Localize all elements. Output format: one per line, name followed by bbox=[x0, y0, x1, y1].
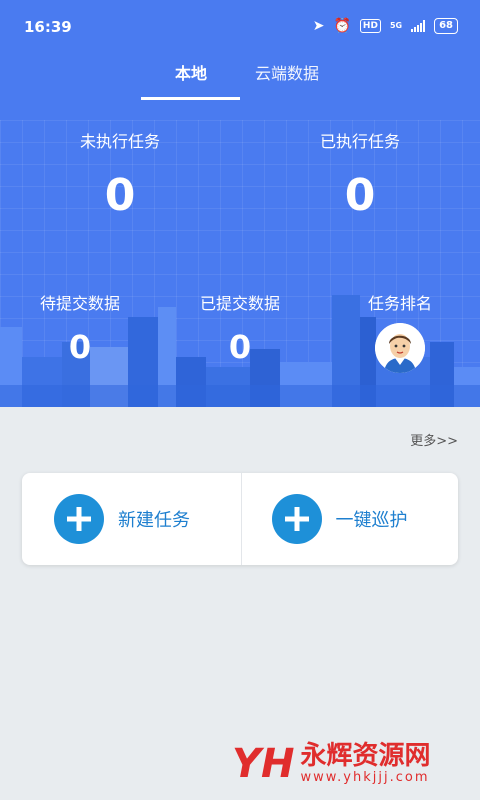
one-click-patrol-label: 一键巡护 bbox=[335, 510, 408, 531]
site-watermark: YH 永辉资源网 www.yhkjjj.com bbox=[232, 742, 430, 786]
active-tab-indicator bbox=[141, 97, 240, 100]
new-task-button[interactable]: 新建任务 bbox=[22, 473, 241, 565]
plus-circle-icon bbox=[271, 494, 322, 544]
tab-bar: 本地 云端数据 bbox=[0, 60, 480, 102]
submitted-data-value[interactable]: 0 bbox=[180, 328, 300, 366]
executed-tasks-label: 已执行任务 bbox=[319, 132, 400, 151]
task-ranking-label: 任务排名 bbox=[367, 294, 432, 313]
avatar[interactable] bbox=[375, 323, 425, 373]
alarm-icon: ⏰ bbox=[333, 18, 351, 34]
user-avatar-icon bbox=[375, 323, 425, 373]
battery-icon: 68 bbox=[434, 18, 458, 34]
hd-icon: HD bbox=[359, 19, 381, 33]
new-task-label: 新建任务 bbox=[118, 510, 190, 531]
submitted-data-label: 已提交数据 bbox=[199, 294, 280, 313]
status-bar: 16:39 ➤ ⏰ HD 5G 68 bbox=[0, 0, 480, 56]
executed-tasks-value[interactable]: 0 bbox=[300, 170, 420, 221]
quick-actions-card: 新建任务 一键巡护 bbox=[22, 473, 458, 565]
status-time: 16:39 bbox=[24, 18, 72, 36]
location-arrow-icon: ➤ bbox=[312, 18, 325, 34]
pending-tasks-label: 未执行任务 bbox=[79, 132, 160, 151]
dashboard-header: 16:39 ➤ ⏰ HD 5G 68 本地 云端数据 未执行任务 0 已执行任务… bbox=[0, 0, 480, 407]
plus-circle-icon bbox=[54, 494, 104, 544]
unsubmitted-data-value[interactable]: 0 bbox=[20, 328, 140, 366]
pending-tasks-value[interactable]: 0 bbox=[60, 170, 180, 221]
watermark-logo: YH bbox=[232, 741, 295, 787]
watermark-name: 永辉资源网 bbox=[300, 741, 431, 771]
more-link[interactable]: 更多>> bbox=[410, 430, 458, 449]
unsubmitted-data-label: 待提交数据 bbox=[39, 294, 120, 313]
tab-local[interactable]: 本地 bbox=[175, 60, 207, 84]
tab-cloud-data[interactable]: 云端数据 bbox=[255, 60, 319, 84]
watermark-url: www.yhkjjj.com bbox=[300, 770, 430, 785]
one-click-patrol-button[interactable]: 一键巡护 bbox=[240, 473, 459, 565]
5g-icon: 5G bbox=[389, 21, 403, 30]
signal-icon bbox=[411, 20, 426, 32]
